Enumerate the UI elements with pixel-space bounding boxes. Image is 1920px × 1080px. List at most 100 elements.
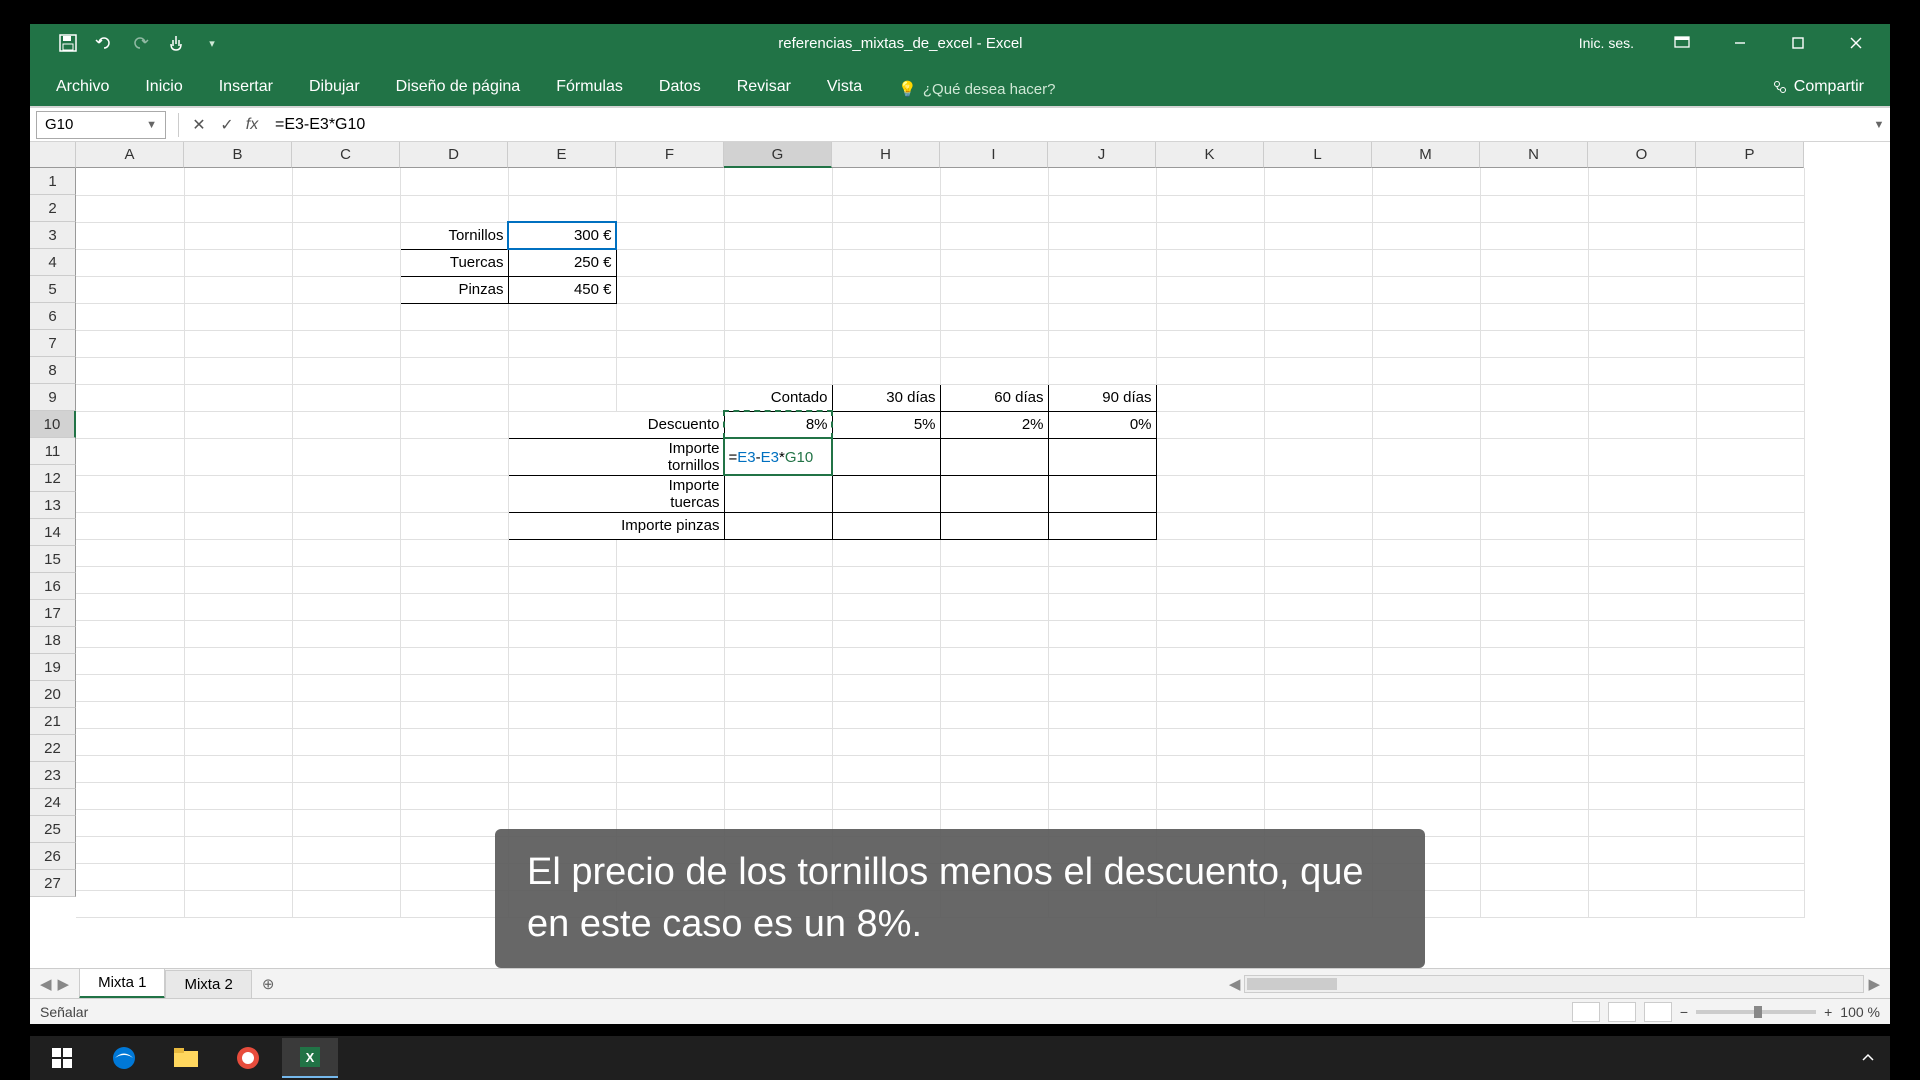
cell-P12[interactable] [1696,475,1804,512]
cell-L20[interactable] [1264,701,1372,728]
cell-J16[interactable] [1048,593,1156,620]
cell-P21[interactable] [1696,728,1804,755]
cell-F21[interactable] [616,728,724,755]
cell-H18[interactable] [832,647,940,674]
cell-J12[interactable] [1048,475,1156,512]
cell-F7[interactable] [616,330,724,357]
row-header-1[interactable]: 1 [30,168,76,195]
cell-D18[interactable] [400,647,508,674]
cell-M22[interactable] [1372,755,1480,782]
cell-O7[interactable] [1588,330,1696,357]
cell-D14[interactable] [400,539,508,566]
cell-M15[interactable] [1372,566,1480,593]
row-header-24[interactable]: 24 [30,789,76,816]
cell-B21[interactable] [184,728,292,755]
cell-L15[interactable] [1264,566,1372,593]
cell-D27[interactable] [400,890,508,917]
cell-J7[interactable] [1048,330,1156,357]
view-pagebreak-icon[interactable] [1644,1002,1672,1022]
cell-B22[interactable] [184,755,292,782]
cell-K18[interactable] [1156,647,1264,674]
cell-N24[interactable] [1480,809,1588,836]
cell-G21[interactable] [724,728,832,755]
cell-A9[interactable] [76,384,184,411]
cell-E1[interactable] [508,168,616,195]
col-header-B[interactable]: B [184,142,292,168]
cell-P1[interactable] [1696,168,1804,195]
cell-H5[interactable] [832,276,940,303]
cell-M1[interactable] [1372,168,1480,195]
cell-E2[interactable] [508,195,616,222]
cell-P22[interactable] [1696,755,1804,782]
cell-H3[interactable] [832,222,940,249]
cell-I23[interactable] [940,782,1048,809]
tab-formulas[interactable]: Fórmulas [538,68,641,106]
cell-G13[interactable] [724,512,832,539]
col-header-D[interactable]: D [400,142,508,168]
cell-B24[interactable] [184,809,292,836]
cell-B13[interactable] [184,512,292,539]
cell-M17[interactable] [1372,620,1480,647]
cell-I7[interactable] [940,330,1048,357]
cell-P13[interactable] [1696,512,1804,539]
cell-E22[interactable] [508,755,616,782]
cell-O18[interactable] [1588,647,1696,674]
cell-G9[interactable]: Contado [724,384,832,411]
cell-I6[interactable] [940,303,1048,330]
cell-A25[interactable] [76,836,184,863]
row-header-23[interactable]: 23 [30,762,76,789]
cell-H7[interactable] [832,330,940,357]
cell-D4[interactable]: Tuercas [400,249,508,276]
row-header-2[interactable]: 2 [30,195,76,222]
cell-K9[interactable] [1156,384,1264,411]
cell-P26[interactable] [1696,863,1804,890]
cell-N14[interactable] [1480,539,1588,566]
cell-A7[interactable] [76,330,184,357]
cell-L1[interactable] [1264,168,1372,195]
cell-C20[interactable] [292,701,400,728]
cell-P10[interactable] [1696,411,1804,438]
cell-N16[interactable] [1480,593,1588,620]
cell-E17[interactable] [508,620,616,647]
cell-I13[interactable] [940,512,1048,539]
cell-K17[interactable] [1156,620,1264,647]
col-header-G[interactable]: G [724,142,832,168]
cell-J21[interactable] [1048,728,1156,755]
cell-P19[interactable] [1696,674,1804,701]
row-header-5[interactable]: 5 [30,276,76,303]
cell-I12[interactable] [940,475,1048,512]
cell-A1[interactable] [76,168,184,195]
cell-B7[interactable] [184,330,292,357]
cell-M14[interactable] [1372,539,1480,566]
cell-F1[interactable] [616,168,724,195]
cell-E14[interactable] [508,539,616,566]
cell-O16[interactable] [1588,593,1696,620]
cell-K10[interactable] [1156,411,1264,438]
cell-B8[interactable] [184,357,292,384]
cell-H16[interactable] [832,593,940,620]
cell-O12[interactable] [1588,475,1696,512]
view-normal-icon[interactable] [1572,1002,1600,1022]
cell-A26[interactable] [76,863,184,890]
col-header-K[interactable]: K [1156,142,1264,168]
tab-revisar[interactable]: Revisar [719,68,809,106]
cell-B27[interactable] [184,890,292,917]
cell-A15[interactable] [76,566,184,593]
cell-P27[interactable] [1696,890,1804,917]
cell-C16[interactable] [292,593,400,620]
cell-E8[interactable] [508,357,616,384]
sheet-tab-mixta1[interactable]: Mixta 1 [79,968,165,999]
cell-A5[interactable] [76,276,184,303]
cell-B12[interactable] [184,475,292,512]
cell-E15[interactable] [508,566,616,593]
cell-J18[interactable] [1048,647,1156,674]
cell-N22[interactable] [1480,755,1588,782]
cell-L18[interactable] [1264,647,1372,674]
col-header-I[interactable]: I [940,142,1048,168]
cell-I2[interactable] [940,195,1048,222]
close-icon[interactable] [1838,28,1874,58]
cell-M13[interactable] [1372,512,1480,539]
formula-input[interactable] [269,111,1868,139]
cell-K5[interactable] [1156,276,1264,303]
cell-E4[interactable]: 250 € [508,249,616,276]
